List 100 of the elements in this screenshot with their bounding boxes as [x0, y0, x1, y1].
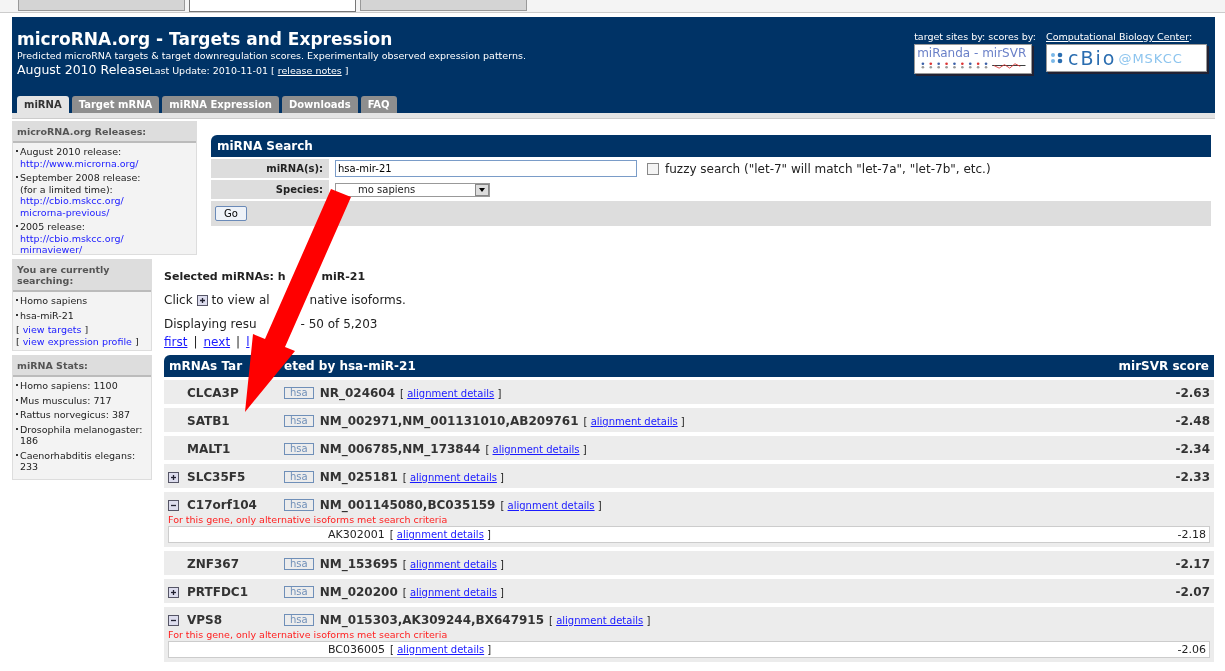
alignment-text: [ alignment details ]: [500, 499, 602, 511]
click-text: to view al: [211, 293, 270, 307]
mirsvr-logo[interactable]: miRanda - mirSVR: [914, 44, 1033, 74]
click-text: Click: [164, 293, 193, 307]
go-button[interactable]: Go: [215, 206, 247, 221]
alignment-link[interactable]: alignment details: [492, 443, 580, 455]
score-text: -2.63: [1175, 386, 1210, 400]
release-label: September 2008 release:: [20, 172, 141, 184]
gene-name: PRTFDC1: [187, 585, 249, 599]
colon-text: :: [1188, 31, 1193, 42]
fuzzy-label: fuzzy search ("let-7" will match "let-7a", "let-7b", etc.): [665, 161, 991, 176]
search-term: Homo sapiens: [20, 295, 88, 307]
pager-link[interactable]: next: [203, 335, 231, 349]
species-badge: hsa: [284, 614, 314, 626]
score-text: -2.17: [1175, 557, 1210, 571]
release-link[interactable]: mirnaviewer/: [20, 244, 124, 256]
accession-text: NM_015303,AK309244,BX647915: [319, 613, 545, 627]
field-label: Species:: [211, 180, 329, 199]
fuzzy-checkbox[interactable]: [647, 162, 659, 175]
accession-text: BC036005: [328, 643, 386, 656]
pager-link[interactable]: l: [246, 335, 250, 349]
gene-name: ZNF367: [187, 557, 240, 571]
panel-heading: You are currently searching:: [13, 260, 151, 292]
accession-text: NM_001145080,BC035159: [319, 498, 496, 512]
credits-label: target sites by: scores by:: [914, 31, 1036, 42]
release-link[interactable]: http://cbio.mskcc.org/: [20, 232, 124, 244]
alignment-link[interactable]: alignment details: [507, 499, 595, 511]
alignment-text: [ alignment details ]: [402, 471, 504, 483]
alignment-text: [ alignment details ]: [402, 558, 504, 570]
score-text: -2.33: [1175, 470, 1210, 484]
alignment-text: [ alignment details ]: [549, 614, 651, 626]
view-link-text: [ view targets ]: [16, 324, 90, 336]
release-link[interactable]: http://www.microrna.org/: [20, 157, 139, 169]
species-badge: hsa: [284, 499, 314, 511]
release-link[interactable]: http://cbio.mskcc.org/: [20, 195, 141, 207]
browser-tab[interactable]: [189, 0, 356, 12]
alignment-link[interactable]: alignment details: [409, 471, 497, 483]
expand-icon[interactable]: [168, 471, 179, 483]
gene-name: C17orf104: [187, 498, 258, 512]
alignment-text: [ alignment details ]: [390, 644, 492, 655]
alignment-link[interactable]: alignment details: [409, 586, 497, 598]
alignment-link[interactable]: alignment details: [556, 614, 644, 626]
stat-text: Caenorhabditis elegans: 233: [20, 449, 137, 473]
field-label: miRNA(s):: [211, 159, 329, 178]
panel-heading: miRNA Stats:: [13, 356, 151, 377]
collapse-icon[interactable]: [168, 614, 179, 626]
score-text: -2.06: [1177, 643, 1206, 656]
pager-separator: |: [236, 335, 241, 349]
alignment-text: [ alignment details ]: [400, 387, 502, 399]
pager-link[interactable]: first: [164, 335, 188, 349]
table-heading: mRNAs Tar: [169, 359, 243, 373]
species-badge: hsa: [284, 586, 314, 598]
alignment-link[interactable]: alignment details: [397, 644, 485, 655]
stat-text: Rattus norvegicus: 387: [20, 409, 131, 421]
accession-text: NM_025181: [319, 470, 398, 484]
alignment-link[interactable]: alignment details: [409, 558, 497, 570]
cbio-center-link[interactable]: Computational Biology Center: [1046, 31, 1189, 42]
accession-text: NR_024604: [319, 386, 396, 400]
last-update-text: Last Update: 2010-11-01 [ release notes ]: [149, 65, 349, 76]
nav-tab[interactable]: miRNA: [17, 96, 69, 113]
species-badge: hsa: [284, 443, 314, 455]
alignment-link[interactable]: alignment details: [407, 387, 495, 399]
species-badge: hsa: [284, 471, 314, 483]
view-link[interactable]: view targets: [22, 324, 82, 335]
collapse-icon[interactable]: [168, 499, 179, 511]
accession-text: NM_006785,NM_173844: [319, 442, 481, 456]
click-text: native isoforms.: [309, 293, 406, 307]
release-label: 2005 release:: [20, 221, 87, 233]
isoform-note: For this gene, only alternative isoforms met search criteria: [168, 629, 449, 640]
alignment-text: [ alignment details ]: [389, 529, 491, 540]
mirna-input[interactable]: hsa-mir-21: [335, 160, 637, 177]
view-link[interactable]: view expression profile: [22, 335, 132, 347]
release-link[interactable]: microrna-previous/: [20, 206, 141, 218]
search-title: miRNA Search: [211, 135, 1211, 157]
gene-name: CLCA3P: [187, 386, 240, 400]
plus-icon: [196, 294, 208, 306]
release-label: August 2010 release:: [20, 146, 123, 158]
alignment-link[interactable]: alignment details: [590, 415, 678, 427]
alignment-text: [ alignment details ]: [583, 415, 685, 427]
accession-text: NM_002971,NM_001131010,AB209761: [319, 414, 579, 428]
alignment-link[interactable]: alignment details: [396, 529, 484, 540]
gene-name: SLC35F5: [187, 470, 247, 484]
species-badge: hsa: [284, 558, 314, 570]
site-title: microRNA.org - Targets and Expression: [17, 29, 394, 49]
gene-name: MALT1: [187, 442, 232, 456]
expand-icon[interactable]: [168, 586, 179, 598]
table-heading: eted by hsa-miR-21: [284, 359, 416, 373]
cbio-logo[interactable]: cBio@MSKCC: [1046, 44, 1207, 72]
score-text: -2.34: [1175, 442, 1210, 456]
column-heading: mirSVR score: [1118, 359, 1209, 373]
score-text: -2.18: [1177, 528, 1206, 541]
species-select[interactable]: mo sapiens: [335, 182, 490, 197]
release-label: (for a limited time):: [20, 183, 114, 195]
isoform-note: For this gene, only alternative isoforms met search criteria: [168, 514, 449, 525]
release-notes-link[interactable]: release notes: [277, 65, 342, 76]
search-term: hsa-miR-21: [20, 309, 74, 321]
pager-separator: |: [193, 335, 198, 349]
displaying-text: Displaying resu: [164, 317, 257, 331]
species-badge: hsa: [284, 387, 314, 399]
selected-mirnas-text: Selected miRNAs: h: [164, 269, 286, 283]
